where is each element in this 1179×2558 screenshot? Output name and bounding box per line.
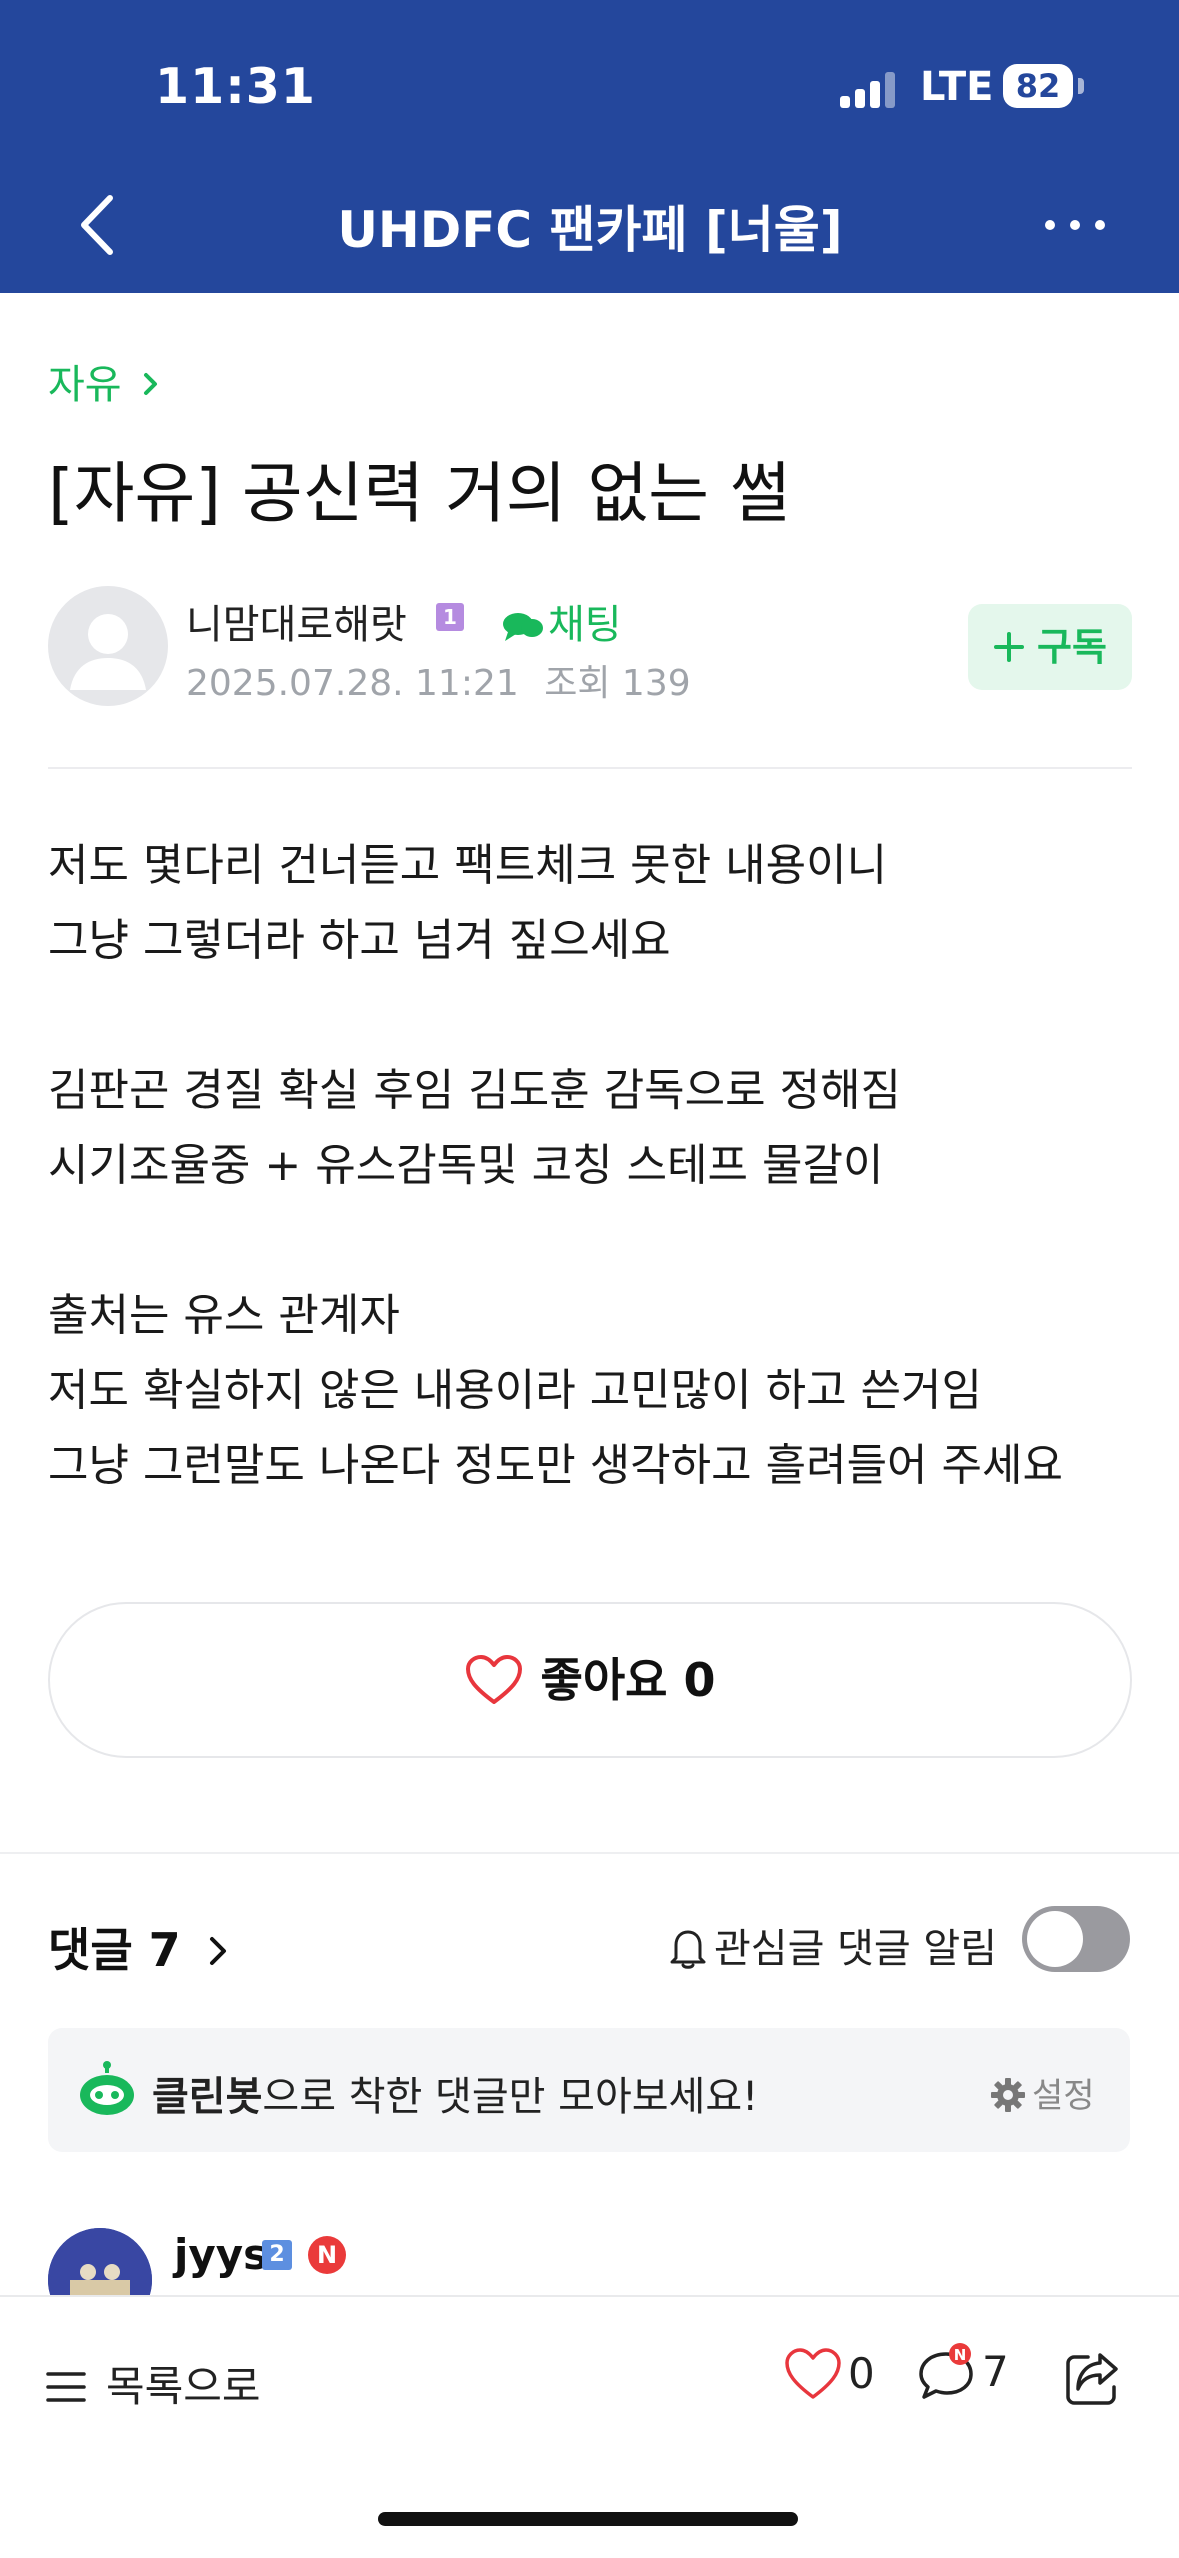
cafe-title: UHDFC 팬카페 [너울] [337,201,843,259]
cleanbot-name: 클린봇 [152,2074,263,2120]
chevron-left-icon [81,195,113,255]
like-count: 0 [683,1653,716,1707]
toggle-knob [1027,1911,1083,1967]
body-line: 그냥 그렇더라 하고 넘겨 짚으세요 [48,915,671,966]
more-button[interactable] [1040,200,1110,250]
author-level-badge: 1 [436,603,464,631]
comment-author[interactable]: jyys [174,2230,268,2279]
more-dots-icon [1045,220,1105,230]
subscribe-label: 구독 [1037,625,1107,669]
back-button[interactable] [70,190,130,260]
chat-bubbles-icon [503,613,543,641]
bottom-like-button[interactable]: 0 [784,2347,875,2401]
signal-icon [840,72,900,108]
like-label: 좋아요 [540,1653,668,1707]
gear-icon [991,2077,1025,2112]
comments-label: 댓글 [48,1923,133,1977]
chevron-right-icon [209,1936,226,1965]
battery-icon: 82 [1003,64,1073,108]
post-date: 2025.07.28. 11:21 [186,663,519,704]
back-to-list-button[interactable]: 목록으로 [46,2353,261,2414]
cleanbot-text: 으로 착한 댓글만 모아보세요! [262,2074,759,2120]
cleanbot-settings-button[interactable]: 설정 [990,2068,1095,2117]
chat-label: 채팅 [548,602,622,648]
body-line: 김판곤 경질 확실 후임 김도훈 감독으로 정해짐 [48,1065,902,1116]
settings-label: 설정 [1032,2076,1095,2116]
home-indicator [378,2512,798,2526]
body-line [48,978,1138,1053]
comments-count: 7 [148,1923,181,1977]
list-label: 목록으로 [106,2362,261,2411]
like-button[interactable]: 좋아요 0 [48,1602,1132,1758]
body-line [48,1203,1138,1278]
body-line: 그냥 그런말도 나온다 정도만 생각하고 흘려들어 주세요 [48,1440,1063,1491]
comment-bubble-icon: N [919,2342,973,2399]
section-divider [0,1852,1179,1854]
body-line: 출처는 유스 관계자 [48,1290,400,1341]
battery-tip [1078,78,1084,94]
heart-icon [785,2347,841,2399]
comment-level-badge: 2 [262,2240,292,2270]
app-header: 11:31 LTE 82 UHDFC 팬카페 [너울] [0,0,1179,293]
bottom-comment-count: 7 [982,2347,1009,2396]
notify-text: 관심글 댓글 알림 [714,1926,998,1972]
comment-notify-toggle[interactable] [1022,1906,1130,1972]
chevron-right-icon [144,373,158,395]
heart-icon [465,1654,522,1704]
post-body: 저도 몇다리 건너듣고 팩트체크 못한 내용이니 그냥 그렇더라 하고 넘겨 짚… [48,828,1138,1503]
chat-button[interactable]: 채팅 [502,592,622,650]
comment-notify-label: 관심글 댓글 알림 [668,1916,997,1974]
network-label: LTE [920,64,994,110]
bottom-like-count: 0 [848,2349,875,2398]
bell-icon [670,1930,706,1969]
share-button[interactable] [1062,2349,1122,2413]
views-count: 139 [621,663,691,704]
menu-icon [46,2371,86,2402]
category-label: 자유 [48,362,122,408]
share-icon [1066,2353,1118,2405]
post-meta: 2025.07.28. 11:21 조회 139 [186,654,691,706]
cleanbot-message: 클린봇으로 착한 댓글만 모아보세요! [152,2064,758,2122]
post-title: [자유] 공신력 거의 없는 썰 [48,455,791,532]
plus-icon [994,631,1025,662]
cleanbot-banner[interactable]: 클린봇으로 착한 댓글만 모아보세요! 설정 [48,2028,1130,2152]
status-time: 11:31 [155,58,316,115]
author-avatar[interactable] [48,586,168,706]
default-avatar-icon [70,614,146,690]
category-link[interactable]: 자유 [48,352,162,410]
views-label: 조회 [544,663,611,704]
divider [48,767,1132,769]
comments-header[interactable]: 댓글 7 [48,1914,231,1980]
body-line: 시기조율중 + 유스감독및 코칭 스테프 물갈이 [48,1140,884,1191]
body-line: 저도 확실하지 않은 내용이라 고민많이 하고 쓴거임 [48,1365,982,1416]
comment-new-badge: N [954,2346,967,2364]
body-line: 저도 몇다리 건너듣고 팩트체크 못한 내용이니 [48,840,888,891]
cleanbot-robot-icon [80,2061,134,2115]
subscribe-button[interactable]: 구독 [968,604,1132,690]
new-badge: N [308,2236,346,2274]
author-name[interactable]: 니맘대로해랏 [186,592,407,650]
bottom-comment-button[interactable]: N 7 [916,2342,1009,2402]
